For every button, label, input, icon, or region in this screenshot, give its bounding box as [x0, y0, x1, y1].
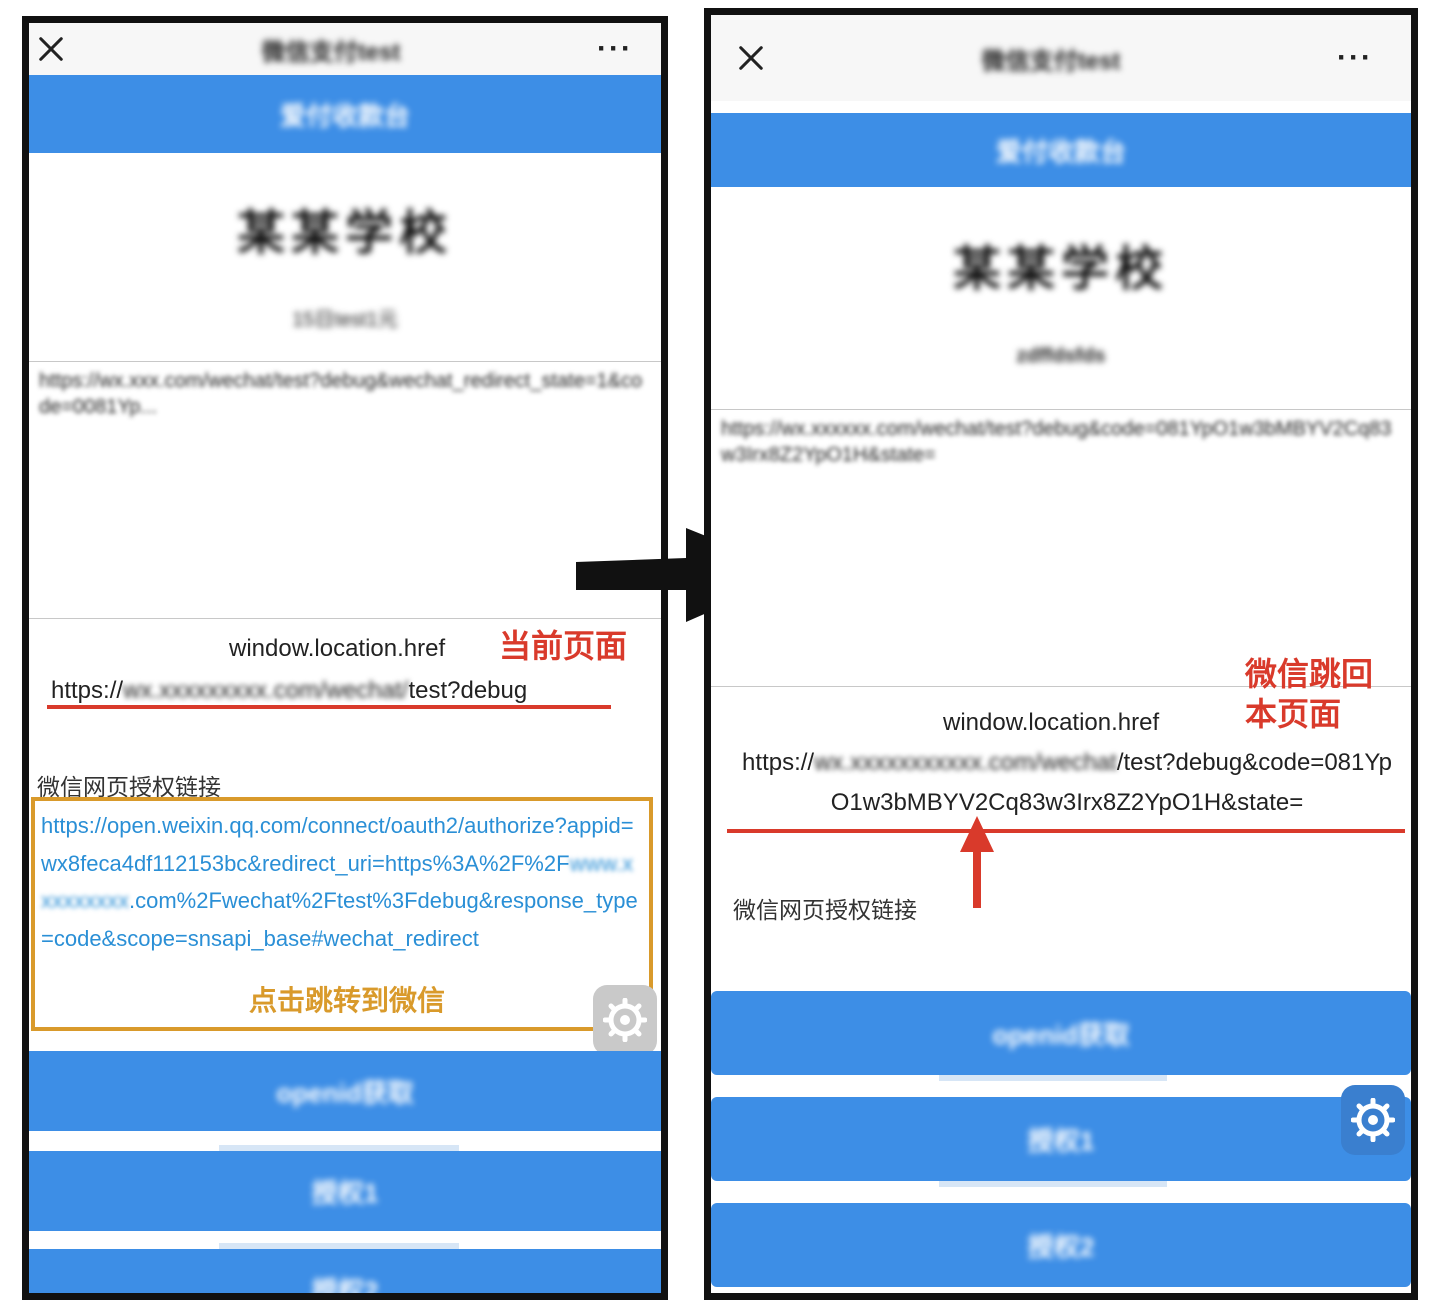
auth2-button-label: 授权2	[311, 1275, 379, 1300]
auth-link-text-2: .com%2Fwechat%2Ftest%3Fdebug&response_ty…	[41, 888, 638, 951]
title-bar: 微信支付test ···	[29, 23, 661, 75]
close-icon[interactable]	[737, 44, 765, 72]
auth1-button[interactable]: 授权1	[711, 1097, 1411, 1181]
location-url-prefix: https://	[51, 677, 124, 704]
school-name: 某某学校	[952, 243, 1169, 296]
phone-screen-before: 微信支付test ··· 爱付收款台 某某学校 15日test1元 https:…	[22, 16, 668, 1300]
settings-gear-icon	[1351, 1098, 1395, 1142]
current-url-underline	[47, 705, 611, 709]
location-url-redacted: wx.xxxxxxxxx.com/wechat/	[123, 677, 409, 704]
wechat-auth-link[interactable]: https://open.weixin.qq.com/connect/oauth…	[41, 807, 643, 957]
location-url-suffix: test?debug	[408, 677, 528, 704]
openid-button-label: openid获取	[276, 1077, 414, 1108]
auth-link-label: 微信网页授权链接	[733, 897, 917, 923]
header-bar: 爱付收款台	[711, 113, 1411, 187]
auth-link-text-1: https://open.weixin.qq.com/connect/oauth…	[41, 813, 634, 876]
page-title: 微信支付test	[981, 47, 1121, 75]
auth1-button-label: 授权1	[1027, 1125, 1095, 1156]
more-icon[interactable]: ···	[1337, 43, 1373, 73]
openid-button[interactable]: openid获取	[711, 991, 1411, 1075]
auth2-button-label: 授权2	[1027, 1231, 1095, 1262]
header-bar-label: 爱付收款台	[995, 136, 1126, 167]
header-bar: 爱付收款台	[29, 75, 661, 153]
title-bar: 微信支付test ···	[711, 15, 1411, 101]
url-textarea-text: https://wx.xxx.com/wechat/test?debug&wec…	[39, 370, 643, 418]
openid-button-label: openid获取	[992, 1019, 1130, 1050]
annotation-return-line-1: 微信跳回	[1245, 656, 1374, 692]
url-textarea[interactable]: https://wx.xxx.com/wechat/test?debug&wec…	[29, 361, 661, 619]
location-label: window.location.href	[229, 635, 446, 662]
close-icon[interactable]	[37, 35, 65, 63]
location-label: window.location.href	[943, 709, 1160, 736]
school-name: 某某学校	[236, 207, 453, 260]
annotation-click-redirect: 点击跳转到微信	[249, 985, 446, 1016]
school-subtitle: 15日test1元	[292, 309, 398, 331]
auth1-button-label: 授权1	[311, 1177, 379, 1208]
button-divider	[939, 1075, 1167, 1081]
header-bar-label: 爱付收款台	[279, 100, 410, 131]
up-arrow-icon	[960, 816, 994, 908]
more-icon[interactable]: ···	[597, 34, 633, 64]
auth2-button[interactable]: 授权2	[711, 1203, 1411, 1287]
openid-button[interactable]: openid获取	[29, 1051, 661, 1131]
location-url-prefix: https://	[742, 749, 815, 776]
settings-gear-button[interactable]	[593, 985, 657, 1055]
button-divider	[939, 1181, 1167, 1187]
auth2-button[interactable]: 授权2	[29, 1249, 661, 1300]
returned-url-underline	[727, 829, 1405, 833]
url-textarea[interactable]: https://wx.xxxxxx.com/wechat/test?debug&…	[711, 409, 1411, 687]
location-url: https://wx.xxxxxxxxxxx.com/wechat/test?d…	[735, 743, 1399, 823]
url-textarea-text: https://wx.xxxxxx.com/wechat/test?debug&…	[721, 418, 1392, 466]
phone-screen-after: 微信支付test ··· 爱付收款台 某某学校 zdffdsfds https:…	[704, 8, 1418, 1300]
location-url-redacted: wx.xxxxxxxxxxx.com/wechat	[814, 749, 1117, 776]
settings-gear-button[interactable]	[1341, 1085, 1405, 1155]
page-title: 微信支付test	[261, 38, 401, 66]
auth1-button[interactable]: 授权1	[29, 1151, 661, 1231]
settings-gear-icon	[603, 998, 647, 1042]
annotation-current-page: 当前页面	[499, 628, 628, 664]
annotation-return-line-2: 本页面	[1245, 696, 1342, 732]
school-subtitle: zdffdsfds	[1016, 345, 1106, 367]
